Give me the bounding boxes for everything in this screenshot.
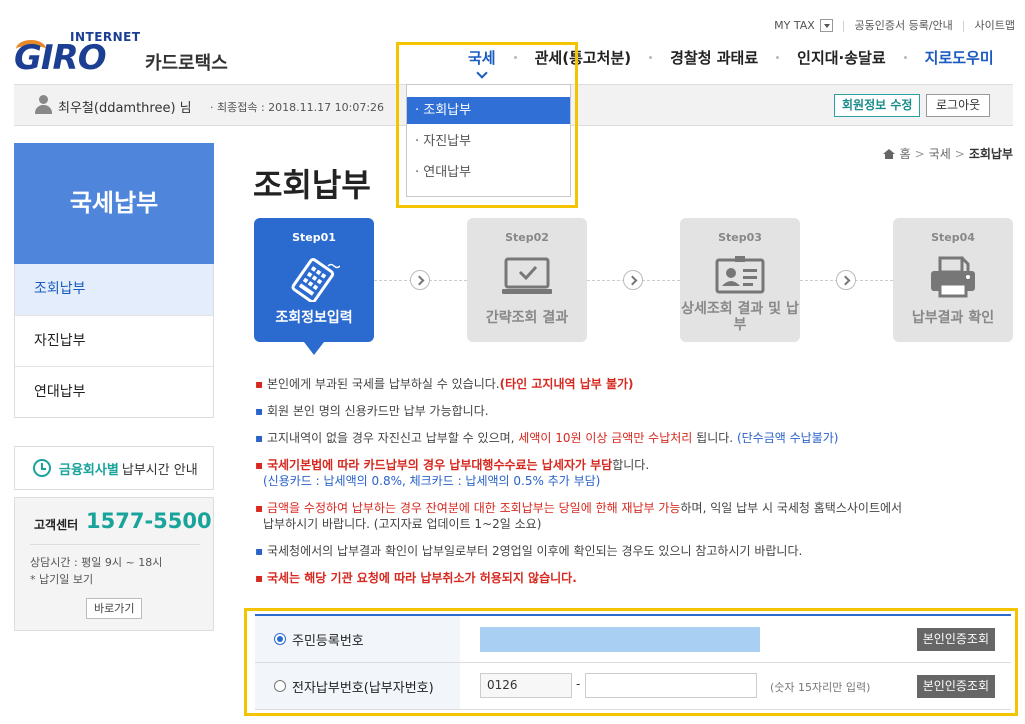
sidebar-menu: 조회납부 자진납부 연대납부	[14, 264, 214, 418]
utility-bar: MY TAX | 공동인증서 등록/안내 | 사이트맵	[774, 17, 1015, 33]
logout-button[interactable]: 로그아웃	[926, 94, 991, 117]
step-label: 간략조회 결과	[485, 310, 569, 326]
chevron-right-icon	[410, 270, 430, 290]
chevron-right-icon	[623, 270, 643, 290]
notice-item: ▪ 국세기본법에 따라 카드납부의 경우 납부대행수수료는 납세자가 부담합니다…	[255, 458, 650, 488]
breadcrumb-sep: >	[954, 146, 965, 161]
breadcrumb-national-tax[interactable]: 국세	[929, 145, 951, 162]
step-2: Step02 간략조회 결과	[467, 218, 587, 342]
logo-cardrotax: 카드로택스	[145, 53, 228, 74]
notice-item: ▪ 고지내역이 없을 경우 자진신고 납부할 수 있으며, 세액이 10원 이상…	[255, 431, 839, 445]
step-number: Step01	[292, 231, 336, 244]
sitemap-link[interactable]: 사이트맵	[975, 17, 1015, 33]
monitor-check-icon	[500, 256, 554, 301]
notice-item: ▪ 금액을 수정하여 납부하는 경우 잔여분에 대한 조회납부는 당일에 한해 …	[255, 501, 903, 531]
nav-giro-help[interactable]: 지로도우미	[907, 47, 1012, 68]
chevron-down-icon[interactable]	[819, 18, 833, 32]
breadcrumb-current: 조회납부	[968, 147, 1013, 161]
logo[interactable]: INTERNET GIRO 카드로택스	[14, 30, 244, 78]
printer-icon	[928, 256, 978, 301]
step-number: Step04	[931, 231, 975, 244]
payment-time-teal: 금융회사별	[59, 462, 119, 478]
sidebar-item-inquiry-payment[interactable]: 조회납부	[15, 264, 213, 315]
shortcut-button[interactable]: 바로가기	[86, 598, 143, 619]
mytax-label: MY TAX	[774, 18, 815, 32]
notice-item: ▪ 국세는 해당 기관 요청에 따라 납부취소가 허용되지 않습니다.	[255, 571, 577, 585]
edit-profile-button[interactable]: 회원정보 수정	[834, 94, 921, 117]
cs-hours: 상담시간 : 평일 9시 ~ 18시	[30, 556, 163, 569]
sidebar-item-self-payment[interactable]: 자진납부	[15, 315, 213, 366]
id-card-icon	[715, 256, 765, 299]
notice-list: ▪ 본인에게 부과된 국세를 납부하실 수 있습니다.(타인 고지내역 납부 불…	[255, 376, 1015, 597]
sidebar-item-joint-payment[interactable]: 연대납부	[15, 366, 213, 417]
cs-number: 1577-5500	[86, 509, 212, 533]
step-4: Step04 납부결과 확인	[893, 218, 1013, 342]
logo-giro: GIRO	[14, 38, 107, 78]
nav-police-fine[interactable]: 경찰청 과태료	[652, 47, 776, 68]
sidebar-title: 국세납부	[14, 143, 214, 264]
step-number: Step02	[505, 231, 549, 244]
notice-item: ▪ 국세청에서의 납부결과 확인이 납부일로부터 2영업일 이후에 확인되는 경…	[255, 544, 803, 558]
card-keypad-icon	[288, 256, 341, 305]
chevron-right-icon	[836, 270, 856, 290]
step-3: Step03 상세조회 결과 및 납부	[680, 218, 800, 342]
step-label: 납부결과 확인	[911, 310, 995, 326]
breadcrumb-home[interactable]: 홈	[900, 145, 911, 162]
user-name: 최우철(ddamthree) 님	[58, 101, 192, 116]
clock-icon	[33, 459, 51, 477]
cs-holiday: * 납기일 보기	[30, 573, 94, 586]
breadcrumb-sep: >	[914, 146, 925, 161]
step-1: Step01 조회정보입력	[254, 218, 374, 342]
payment-time-guide[interactable]: 금융회사별 납부시간 안내	[14, 446, 214, 490]
step-label: 상세조회 결과 및 납부	[681, 301, 799, 333]
highlight-box	[396, 42, 578, 208]
page-title: 조회납부	[253, 166, 371, 204]
mytax-menu[interactable]: MY TAX	[774, 18, 833, 32]
cs-label: 고객센터	[34, 518, 79, 532]
payment-time-label: 납부시간 안내	[121, 462, 198, 478]
divider: |	[961, 18, 966, 32]
step-number: Step03	[718, 231, 762, 244]
highlight-box	[244, 608, 1018, 716]
breadcrumb: 홈 > 국세 > 조회납부	[882, 145, 1013, 162]
user-icon	[34, 95, 52, 115]
nav-stamp-fee[interactable]: 인지대·송달료	[779, 47, 904, 68]
home-icon[interactable]	[882, 148, 895, 159]
last-login: · 최종접속 : 2018.11.17 10:07:26	[210, 101, 385, 114]
notice-item: ▪ 본인에게 부과된 국세를 납부하실 수 있습니다.(타인 고지내역 납부 불…	[255, 377, 634, 391]
cert-link[interactable]: 공동인증서 등록/안내	[855, 17, 953, 33]
step-label: 조회정보입력	[275, 310, 353, 326]
customer-center: 고객센터 1577-5500 상담시간 : 평일 9시 ~ 18시 * 납기일 …	[14, 497, 214, 631]
divider: |	[841, 18, 846, 32]
divider	[30, 544, 200, 545]
notice-item: ▪ 회원 본인 명의 신용카드만 납부 가능합니다.	[255, 404, 489, 418]
